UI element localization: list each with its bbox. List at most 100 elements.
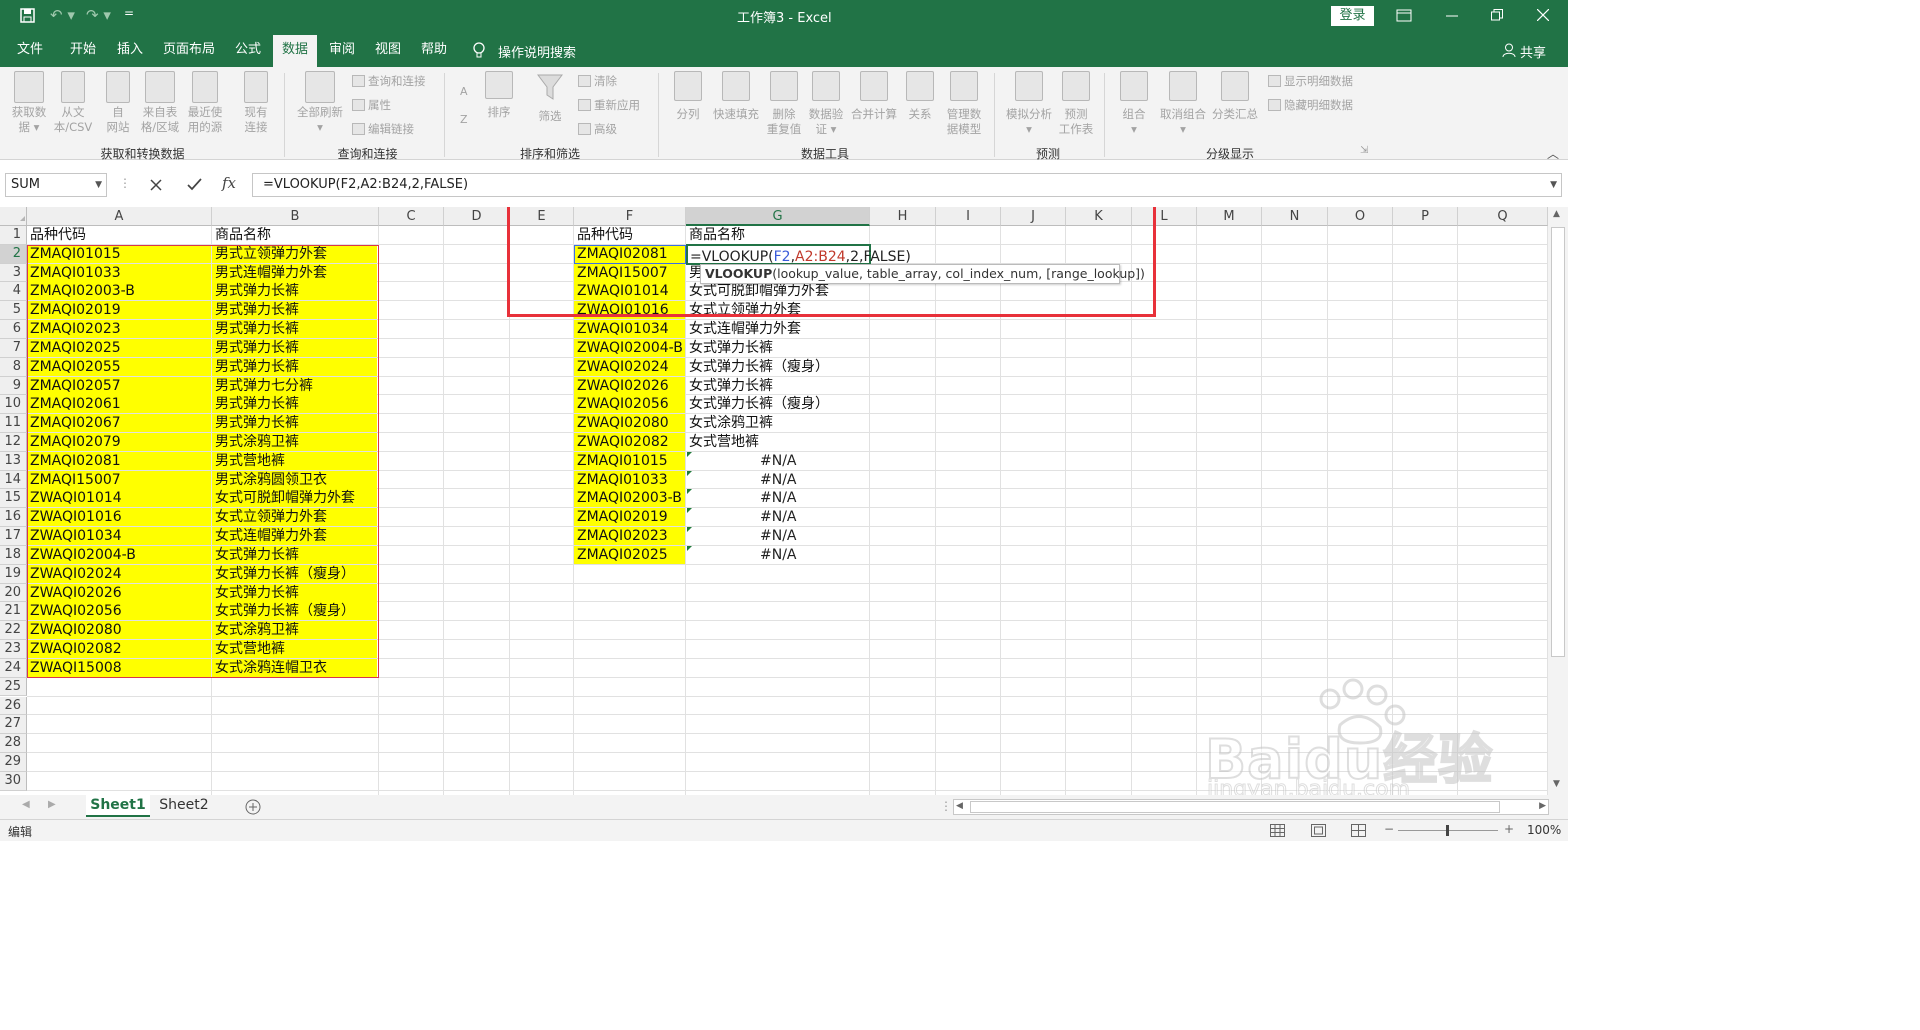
zoom-in-icon[interactable]: + <box>1504 822 1514 836</box>
enter-checkmark-icon[interactable] <box>187 178 202 191</box>
formula-input[interactable]: =VLOOKUP(F2,A2:B24,2,FALSE) ▼ <box>252 173 1562 197</box>
name-box-dropdown-icon[interactable]: ▼ <box>95 174 102 196</box>
lookup-result-na[interactable]: #N/A <box>760 508 797 527</box>
filter-button[interactable]: 筛选 <box>530 71 570 124</box>
login-button[interactable]: 登录 <box>1331 6 1374 26</box>
from-table-range-button[interactable]: 来自表 格/区域 <box>138 71 182 135</box>
lookup-cell-code[interactable]: ZWAQI02082 <box>574 433 685 452</box>
page-layout-view-icon[interactable] <box>1311 824 1326 837</box>
zoom-slider[interactable] <box>1398 825 1498 836</box>
column-header-n[interactable]: N <box>1262 207 1328 226</box>
scroll-down-icon[interactable]: ▼ <box>1553 779 1560 789</box>
error-indicator-icon[interactable] <box>687 489 692 495</box>
column-header-p[interactable]: P <box>1393 207 1458 226</box>
row-header-20[interactable]: 20 <box>0 583 27 603</box>
tab-review[interactable]: 审阅 <box>320 32 364 67</box>
column-header-a[interactable]: A <box>27 207 212 226</box>
ribbon-display-icon[interactable] <box>1396 9 1412 22</box>
qat-customize-icon[interactable]: = <box>124 6 134 20</box>
subtotal-button[interactable]: 分类汇总 <box>1210 71 1260 122</box>
tab-help[interactable]: 帮助 <box>412 32 456 67</box>
row-header-2[interactable]: 2 <box>0 244 27 264</box>
lookup-result-name[interactable]: 女式弹力长裤（瘦身） <box>686 395 866 413</box>
lookup-cell-code[interactable]: ZWAQI02056 <box>574 395 685 414</box>
redo-icon[interactable]: ↷ ▾ <box>86 6 111 24</box>
vertical-scrollbar[interactable]: ▲ ▼ <box>1548 207 1568 795</box>
column-header-c[interactable]: C <box>379 207 444 226</box>
lookup-result-na[interactable]: #N/A <box>760 546 797 565</box>
lookup-result-name[interactable]: 女式涂鸦卫裤 <box>686 414 866 432</box>
from-web-button[interactable]: 自 网站 <box>100 71 136 135</box>
undo-icon[interactable]: ↶ ▾ <box>50 6 75 24</box>
row-header-15[interactable]: 15 <box>0 489 27 509</box>
reapply-button[interactable]: 重新应用 <box>578 97 640 113</box>
row-header-12[interactable]: 12 <box>0 433 27 452</box>
lookup-cell-code[interactable]: ZMAQI01015 <box>574 451 685 470</box>
lookup-result-na[interactable]: #N/A <box>760 489 797 508</box>
error-indicator-icon[interactable] <box>687 545 692 551</box>
row-header-7[interactable]: 7 <box>0 338 27 358</box>
row-header-17[interactable]: 17 <box>0 527 27 546</box>
what-if-analysis-button[interactable]: 模拟分析 ▾ <box>1002 71 1056 137</box>
select-all-corner[interactable] <box>0 207 27 226</box>
lookup-cell-code[interactable]: ZWAQI02024 <box>574 357 685 376</box>
tell-me-search[interactable]: 操作说明搜索 <box>498 42 576 61</box>
lookup-cell-code[interactable]: ZWAQI02004-B <box>574 338 685 357</box>
restore-icon[interactable] <box>1491 9 1503 21</box>
row-header-9[interactable]: 9 <box>0 376 27 396</box>
lookup-cell-code[interactable]: ZWAQI02026 <box>574 376 685 395</box>
lookup-cell-code[interactable]: ZWAQI02080 <box>574 414 685 433</box>
split-grip-icon[interactable]: ⋮ <box>940 799 952 813</box>
row-header-27[interactable]: 27 <box>0 715 27 735</box>
normal-view-icon[interactable] <box>1270 824 1285 837</box>
lookup-result-na[interactable]: #N/A <box>760 527 797 546</box>
minimize-icon[interactable] <box>1446 15 1458 17</box>
add-sheet-icon[interactable] <box>245 799 261 815</box>
row-header-16[interactable]: 16 <box>0 508 27 528</box>
sort-az-icon[interactable]: AZ <box>458 77 474 127</box>
row-header-11[interactable]: 11 <box>0 414 27 433</box>
column-header-o[interactable]: O <box>1328 207 1393 226</box>
error-indicator-icon[interactable] <box>687 508 692 514</box>
column-header-q[interactable]: Q <box>1458 207 1548 226</box>
row-header-8[interactable]: 8 <box>0 357 27 377</box>
recent-sources-button[interactable]: 最近使 用的源 <box>184 71 226 135</box>
sheet-tab-sheet2[interactable]: Sheet2 <box>152 795 216 817</box>
sheet-next-icon[interactable]: ▶ <box>48 799 56 810</box>
relationships-button[interactable]: 关系 <box>902 71 938 122</box>
row-header-3[interactable]: 3 <box>0 263 27 283</box>
lookup-cell-code[interactable]: ZMAQI01033 <box>574 470 685 489</box>
horizontal-scrollbar[interactable]: ◀ ▶ <box>953 799 1549 815</box>
save-icon[interactable] <box>20 8 36 24</box>
lookup-cell-code[interactable]: ZMAQI02019 <box>574 508 685 527</box>
flash-fill-button[interactable]: 快速填充 <box>710 71 762 122</box>
scroll-left-icon[interactable]: ◀ <box>956 801 963 811</box>
tab-insert[interactable]: 插入 <box>108 32 152 67</box>
row-header-13[interactable]: 13 <box>0 451 27 471</box>
sort-button[interactable]: 排序 <box>482 71 516 120</box>
tab-formulas[interactable]: 公式 <box>226 32 270 67</box>
forecast-sheet-button[interactable]: 预测 工作表 <box>1056 71 1096 137</box>
text-to-columns-button[interactable]: 分列 <box>670 71 706 122</box>
row-header-25[interactable]: 25 <box>0 677 27 697</box>
worksheet-grid[interactable]: ABCDEFGHIJKLMNOPQ 1 2 3 4 5 6 7 8 9 10 11 12 13 14 15 1… <box>0 207 1548 795</box>
queries-connections-button[interactable]: 查询和连接 <box>352 73 426 89</box>
ungroup-button[interactable]: 取消组合 ▾ <box>1156 71 1210 137</box>
row-header-18[interactable]: 18 <box>0 545 27 565</box>
column-header-d[interactable]: D <box>444 207 510 226</box>
group-button[interactable]: 组合 ▾ <box>1116 71 1152 137</box>
row-header-19[interactable]: 19 <box>0 564 27 584</box>
lookup-cell-code[interactable]: ZWAQI01034 <box>574 320 685 339</box>
row-header-4[interactable]: 4 <box>0 282 27 302</box>
row-header-6[interactable]: 6 <box>0 320 27 339</box>
lookup-result-name[interactable]: 女式连帽弹力外套 <box>686 320 866 338</box>
lookup-result-name[interactable]: 女式弹力长裤 <box>686 377 866 395</box>
row-header-10[interactable]: 10 <box>0 395 27 415</box>
sheet-tab-sheet1[interactable]: Sheet1 <box>86 795 150 817</box>
column-header-b[interactable]: B <box>212 207 379 226</box>
tab-file[interactable]: 文件 <box>8 32 52 67</box>
error-indicator-icon[interactable] <box>687 527 692 533</box>
error-indicator-icon[interactable] <box>687 451 692 457</box>
get-data-button[interactable]: 获取数 据 ▾ <box>8 71 50 135</box>
edit-links-button[interactable]: 编辑链接 <box>352 121 414 137</box>
